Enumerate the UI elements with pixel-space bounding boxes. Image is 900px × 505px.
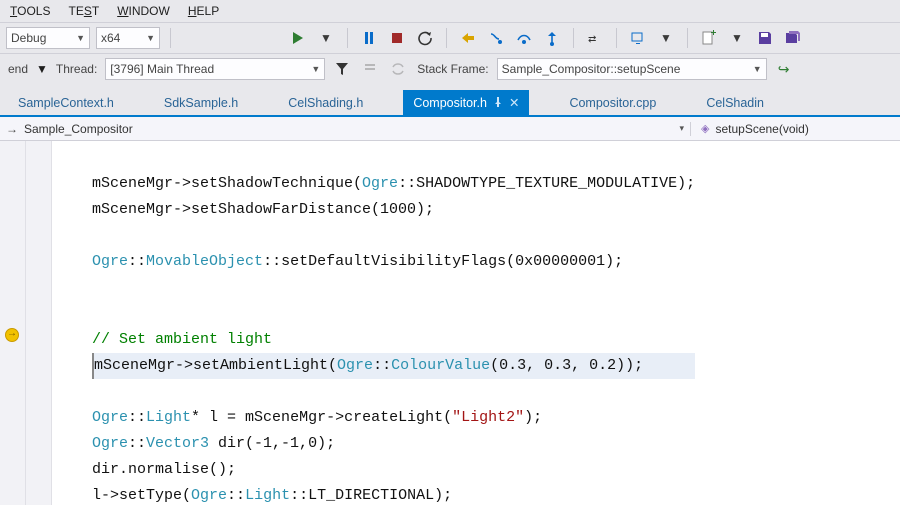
menu-tools[interactable]: TOOLS xyxy=(10,4,50,18)
continue-dropdown[interactable]: ▼ xyxy=(315,27,337,49)
chevron-down-icon: ▼ xyxy=(146,33,155,43)
member-combo[interactable]: setupScene(void) xyxy=(715,122,808,136)
toolbar-debug-location: end ▼ Thread: [3796] Main Thread▼ Stack … xyxy=(0,53,900,84)
indicator-gutter xyxy=(26,141,52,505)
document-tabs: SampleContext.h SdkSample.h CelShading.h… xyxy=(0,84,900,117)
stackframe-combo[interactable]: Sample_Compositor::setupScene▼ xyxy=(497,58,767,80)
flag-filter-button[interactable] xyxy=(331,58,353,80)
stackframe-label: Stack Frame: xyxy=(417,62,488,76)
code-line xyxy=(92,227,101,244)
separator xyxy=(446,28,447,48)
code-line: l->setType(Ogre::Light::LT_DIRECTIONAL); xyxy=(92,487,452,504)
code-line: Ogre::MovableObject::setDefaultVisibilit… xyxy=(92,253,623,270)
tab-celshading-h[interactable]: CelShading.h xyxy=(278,91,373,115)
close-icon[interactable]: ✕ xyxy=(509,95,519,110)
pin-icon[interactable] xyxy=(493,96,503,110)
menu-test[interactable]: TEST xyxy=(68,4,99,18)
watch-dropdown[interactable]: ▼ xyxy=(655,27,677,49)
scope-combo[interactable]: Sample_Compositor xyxy=(24,122,133,136)
restart-button[interactable] xyxy=(414,27,436,49)
tab-compositor-cpp[interactable]: Compositor.cpp xyxy=(559,91,666,115)
code-line: // Set ambient light xyxy=(92,331,272,348)
code-line: Ogre::Vector3 dir(-1,-1,0); xyxy=(92,435,335,452)
stop-button[interactable] xyxy=(386,27,408,49)
separator xyxy=(170,28,171,48)
config-combo[interactable]: Debug▼ xyxy=(6,27,90,49)
code-editor[interactable]: mSceneMgr->setShadowTechnique(Ogre::SHAD… xyxy=(0,141,900,505)
separator xyxy=(573,28,574,48)
separator xyxy=(347,28,348,48)
code-line: mSceneMgr->setShadowTechnique(Ogre::SHAD… xyxy=(92,175,695,192)
pause-button[interactable] xyxy=(358,27,380,49)
step-into-button[interactable] xyxy=(485,27,507,49)
chevron-down-icon: ▼ xyxy=(320,31,332,45)
chevron-down-icon[interactable]: ▾ xyxy=(679,123,684,134)
show-next-statement-button[interactable] xyxy=(457,27,479,49)
code-line xyxy=(92,305,101,322)
thread-label: Thread: xyxy=(56,62,97,76)
breakpoint-gutter[interactable] xyxy=(0,141,26,505)
current-statement-marker[interactable] xyxy=(5,328,19,342)
method-icon: ◈ xyxy=(701,122,709,135)
code-line: mSceneMgr->setShadowFarDistance(1000); xyxy=(92,201,434,218)
new-item-button[interactable] xyxy=(698,27,720,49)
code-line: dir.normalise(); xyxy=(92,461,236,478)
end-label: end xyxy=(8,62,28,76)
chevron-down-icon: ▼ xyxy=(311,64,320,74)
svg-text:⇄: ⇄ xyxy=(588,34,596,45)
menu-bar: TOOLS TEST WINDOW HELP xyxy=(0,0,900,22)
continue-button[interactable] xyxy=(287,27,309,49)
chevron-down-icon: ▼ xyxy=(731,31,743,45)
save-button[interactable] xyxy=(754,27,776,49)
tab-celshading-partial[interactable]: CelShadin xyxy=(696,91,774,115)
new-dropdown[interactable]: ▼ xyxy=(726,27,748,49)
chevron-down-icon: ▼ xyxy=(753,64,762,74)
save-all-button[interactable] xyxy=(782,27,804,49)
thread-combo[interactable]: [3796] Main Thread▼ xyxy=(105,58,325,80)
watch-button[interactable] xyxy=(627,27,649,49)
step-over-button[interactable] xyxy=(513,27,535,49)
code-line xyxy=(92,383,101,400)
hex-toggle-button[interactable]: ⇄ xyxy=(584,27,606,49)
cycle-button[interactable] xyxy=(387,58,409,80)
back-icon[interactable]: → xyxy=(6,122,18,136)
step-out-button[interactable] xyxy=(541,27,563,49)
thread-marker-button[interactable] xyxy=(359,58,381,80)
chevron-down-icon[interactable]: ▼ xyxy=(36,62,48,76)
separator xyxy=(687,28,688,48)
tab-sdksample[interactable]: SdkSample.h xyxy=(154,91,248,115)
platform-combo[interactable]: x64▼ xyxy=(96,27,160,49)
chevron-down-icon: ▼ xyxy=(76,33,85,43)
nav-bar: → Sample_Compositor ▾ ◈ setupScene(void) xyxy=(0,117,900,141)
code-line: Ogre::Light* l = mSceneMgr->createLight(… xyxy=(92,409,542,426)
separator xyxy=(616,28,617,48)
tab-compositor-h[interactable]: Compositor.h ✕ xyxy=(403,90,529,115)
code-line xyxy=(92,279,101,296)
current-line: mSceneMgr->setAmbientLight(Ogre::ColourV… xyxy=(92,353,695,379)
menu-help[interactable]: HELP xyxy=(188,4,219,18)
chevron-down-icon: ▼ xyxy=(660,31,672,45)
code-area[interactable]: mSceneMgr->setShadowTechnique(Ogre::SHAD… xyxy=(52,141,695,505)
sync-frame-button[interactable]: ↪ xyxy=(773,58,795,80)
menu-window[interactable]: WINDOW xyxy=(117,4,170,18)
toolbar-main: Debug▼ x64▼ ▼ ⇄ ▼ ▼ xyxy=(0,22,900,53)
tab-samplecontext[interactable]: SampleContext.h xyxy=(8,91,124,115)
